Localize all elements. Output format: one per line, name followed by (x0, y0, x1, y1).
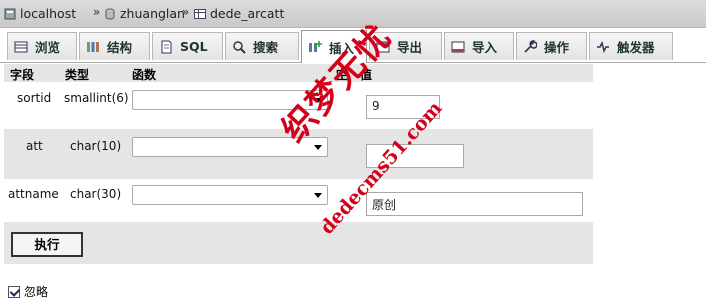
column-header-null: 空 (336, 68, 349, 82)
search-icon (233, 40, 246, 54)
chevron-down-icon (314, 98, 322, 103)
breadcrumb: localhost » zhuanglan » dede_arcatt (0, 0, 706, 28)
tab-insert-label: 插入 (329, 40, 355, 56)
sql-icon (161, 40, 172, 53)
table-header: 字段 类型 函数 空 值 (4, 64, 593, 82)
value-input[interactable] (366, 144, 464, 168)
tab-structure[interactable]: 结构 (79, 32, 150, 60)
column-header-function: 函数 (132, 68, 157, 82)
tab-search-label: 搜索 (253, 40, 279, 55)
insert-icon (309, 41, 322, 52)
tab-triggers[interactable]: 触发器 (589, 32, 673, 60)
table-row: sortid smallint(6) 9 (4, 82, 593, 129)
chevron-down-icon (314, 145, 322, 150)
table-icon (194, 8, 206, 19)
column-header-value: 值 (360, 68, 373, 82)
breadcrumb-server-label[interactable]: localhost (20, 6, 76, 21)
tab-operations-label: 操作 (544, 40, 570, 55)
field-name: sortid (17, 91, 52, 105)
tab-import-label: 导入 (472, 40, 498, 55)
tab-browse[interactable]: 浏览 (7, 32, 77, 60)
value-input[interactable]: 原创 (366, 192, 583, 216)
chevron-down-icon (314, 193, 322, 198)
field-type: char(10) (70, 139, 122, 153)
tab-sql-label: SQL (180, 39, 208, 54)
tab-browse-label: 浏览 (35, 40, 61, 55)
field-type: smallint(6) (64, 91, 129, 105)
function-select[interactable] (132, 137, 328, 157)
breadcrumb-separator: » (182, 5, 190, 19)
export-icon (376, 41, 390, 52)
column-header-field: 字段 (10, 68, 35, 82)
table-row: att char(10) (4, 129, 593, 179)
ignore-option[interactable]: 忽略 (8, 283, 48, 300)
breadcrumb-server[interactable]: localhost (4, 6, 76, 21)
server-icon (4, 8, 16, 19)
browse-icon (14, 41, 28, 52)
column-header-type: 类型 (65, 68, 90, 82)
ignore-label: 忽略 (24, 285, 49, 299)
tab-operations[interactable]: 操作 (516, 32, 587, 60)
database-icon (105, 8, 115, 20)
tab-insert[interactable]: 插入 (301, 30, 367, 63)
table-row: attname char(30) 原创 (4, 179, 593, 222)
wrench-icon (524, 39, 537, 53)
tab-search[interactable]: 搜索 (225, 32, 299, 60)
breadcrumb-database[interactable]: zhuanglan (104, 6, 185, 21)
field-name: attname (8, 187, 59, 201)
function-select[interactable] (132, 90, 328, 110)
function-select[interactable] (132, 185, 328, 205)
action-row: 执行 (4, 222, 593, 264)
field-name: att (26, 139, 43, 153)
tab-export-label: 导出 (397, 40, 423, 55)
tab-sql[interactable]: SQL (152, 32, 223, 60)
breadcrumb-table[interactable]: dede_arcatt (194, 6, 284, 21)
tab-structure-label: 结构 (107, 40, 133, 55)
breadcrumb-table-label[interactable]: dede_arcatt (210, 6, 284, 21)
import-icon (451, 41, 465, 52)
value-input[interactable]: 9 (366, 95, 440, 119)
tab-triggers-label: 触发器 (617, 40, 655, 55)
tab-export[interactable]: 导出 (369, 32, 442, 60)
structure-icon (87, 41, 99, 52)
breadcrumb-database-label[interactable]: zhuanglan (120, 6, 185, 21)
go-button[interactable]: 执行 (11, 232, 83, 257)
tab-bar: 浏览 结构 SQL 搜索 插入 导出 导入 操作 触发器 (0, 29, 706, 63)
field-type: char(30) (70, 187, 122, 201)
tab-import[interactable]: 导入 (444, 32, 514, 60)
breadcrumb-separator: » (93, 5, 101, 19)
triggers-icon (597, 40, 609, 53)
